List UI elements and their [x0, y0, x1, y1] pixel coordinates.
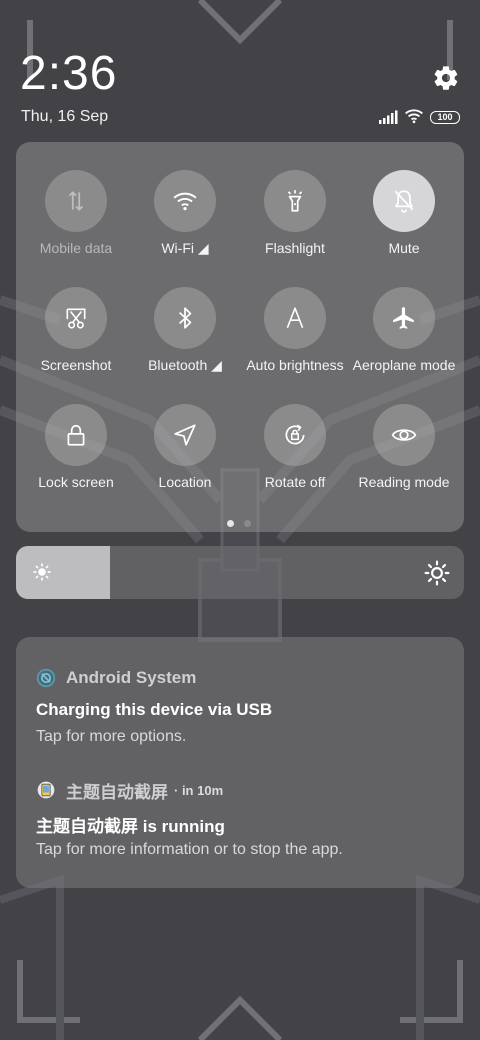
- notification-app-running[interactable]: 主题自动截屏 · in 10m 主题自动截屏 is running Tap fo…: [16, 757, 464, 888]
- tile-mute[interactable]: Mute: [348, 142, 460, 259]
- tile-label: Wi-Fi ◢: [161, 240, 209, 256]
- tile-label: Rotate off: [264, 474, 326, 490]
- tile-wifi[interactable]: Wi-Fi ◢: [129, 142, 241, 259]
- brightness-high-icon: [424, 560, 450, 586]
- notifications-panel: Android System Charging this device via …: [16, 637, 464, 888]
- wifi-icon: [173, 192, 197, 211]
- rotation-lock-icon: [285, 424, 305, 445]
- tile-mute-button[interactable]: [373, 170, 435, 232]
- date-label: Thu, 16 Sep: [21, 108, 109, 125]
- tile-label: Auto brightness: [246, 357, 344, 373]
- notification-app-name: 主题自动截屏: [66, 782, 168, 802]
- notification-android-system[interactable]: Android System Charging this device via …: [16, 637, 464, 757]
- tile-aeroplane-button[interactable]: [373, 287, 435, 349]
- tile-label: Location: [158, 474, 212, 490]
- tile-location[interactable]: Location: [129, 376, 241, 493]
- tile-label: Aeroplane mode: [352, 357, 456, 373]
- tile-label: Screenshot: [40, 357, 112, 373]
- notification-time: · in 10m: [174, 782, 224, 798]
- tile-auto-brightness[interactable]: Auto brightness: [239, 259, 351, 376]
- app-icon: [37, 781, 55, 799]
- brightness-low-icon: [33, 563, 51, 581]
- page-indicator: [212, 520, 252, 528]
- airplane-icon: [393, 307, 414, 329]
- eye-icon: [391, 429, 417, 441]
- tile-label: Bluetooth ◢: [148, 357, 222, 373]
- wifi-status-icon: [405, 109, 423, 124]
- tile-auto-brightness-button[interactable]: [264, 287, 326, 349]
- lock-icon: [67, 424, 85, 446]
- tile-label: Reading mode: [358, 474, 450, 490]
- quick-settings-panel: Mobile data Wi-Fi ◢ Flashlight Mute Scre…: [16, 142, 464, 532]
- scissors-icon: [66, 308, 86, 329]
- tile-location-button[interactable]: [154, 404, 216, 466]
- tile-bluetooth-button[interactable]: [154, 287, 216, 349]
- tile-rotate[interactable]: Rotate off: [239, 376, 351, 493]
- tile-label: Lock screen: [38, 474, 114, 490]
- tile-aeroplane-mode[interactable]: Aeroplane mode: [348, 259, 460, 376]
- status-area: 2:36 Thu, 16 Sep 100: [0, 0, 480, 140]
- notification-header: Android System: [36, 667, 196, 689]
- tile-lock-screen-button[interactable]: [45, 404, 107, 466]
- tile-lock-screen[interactable]: Lock screen: [20, 376, 132, 493]
- flashlight-icon: [287, 190, 303, 212]
- tile-mobile-data-button[interactable]: [45, 170, 107, 232]
- tile-rotate-button[interactable]: [264, 404, 326, 466]
- battery-icon: 100: [430, 111, 460, 124]
- android-system-icon: [36, 668, 56, 688]
- tile-screenshot-button[interactable]: [45, 287, 107, 349]
- page-dot: [244, 520, 251, 527]
- bell-off-icon: [394, 190, 414, 213]
- mobile-data-icon: [68, 191, 84, 211]
- tile-reading-mode[interactable]: Reading mode: [348, 376, 460, 493]
- notification-app-name: Android System: [66, 668, 197, 687]
- notification-title: 主题自动截屏 is running: [36, 817, 225, 836]
- tile-label: Mute: [388, 240, 420, 256]
- bluetooth-icon: [179, 307, 192, 329]
- tile-mobile-data[interactable]: Mobile data: [20, 142, 132, 259]
- location-arrow-icon: [174, 424, 196, 446]
- settings-gear-icon[interactable]: [432, 64, 460, 92]
- notification-header: 主题自动截屏 · in 10m: [36, 779, 224, 802]
- tile-bluetooth[interactable]: Bluetooth ◢: [129, 259, 241, 376]
- clock-time: 2:36: [20, 47, 118, 100]
- tile-reading-mode-button[interactable]: [373, 404, 435, 466]
- notification-text: Tap for more information or to stop the …: [36, 841, 343, 858]
- tile-flashlight-button[interactable]: [264, 170, 326, 232]
- brightness-fill: [16, 546, 110, 599]
- page-dot-active: [227, 520, 234, 527]
- auto-brightness-icon: [286, 307, 304, 329]
- tile-label: Flashlight: [265, 240, 325, 256]
- tile-flashlight[interactable]: Flashlight: [239, 142, 351, 259]
- signal-icon: [379, 110, 398, 124]
- tile-screenshot[interactable]: Screenshot: [20, 259, 132, 376]
- notification-title: Charging this device via USB: [36, 700, 273, 719]
- tile-label: Mobile data: [39, 240, 113, 256]
- tile-wifi-button[interactable]: [154, 170, 216, 232]
- notification-text: Tap for more options.: [36, 728, 187, 745]
- brightness-slider[interactable]: [16, 546, 464, 599]
